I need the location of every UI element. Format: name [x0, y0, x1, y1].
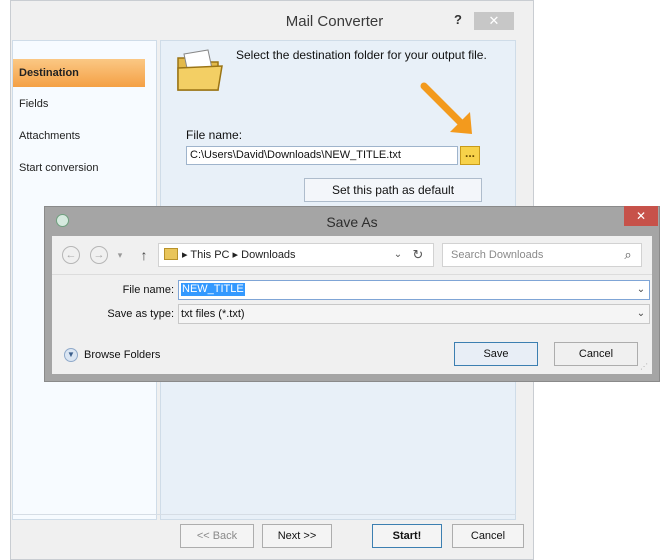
recent-locations-icon[interactable]: ▾ — [114, 247, 126, 263]
address-path[interactable]: ▸ This PC ▸ Downloads — [182, 243, 296, 267]
folder-icon — [177, 49, 223, 91]
dialog-title: Save As — [326, 214, 378, 230]
footer-divider — [12, 514, 516, 515]
window-title: Mail Converter — [285, 13, 384, 30]
set-default-path-button[interactable]: Set this path as default — [304, 178, 482, 202]
sidebar-item-fields[interactable]: Fields — [19, 98, 48, 110]
sidebar-item-destination[interactable]: Destination — [13, 59, 145, 87]
save-as-type-dropdown-icon[interactable]: ⌄ — [634, 306, 648, 322]
help-button[interactable]: ? — [448, 12, 468, 28]
expand-chevron-icon[interactable]: ▼ — [64, 348, 78, 362]
refresh-icon[interactable]: ↻ — [410, 247, 426, 263]
resize-grip-icon[interactable]: ⋰ — [640, 362, 650, 372]
save-as-type-select[interactable]: txt files (*.txt) — [178, 304, 650, 324]
start-button[interactable]: Start! — [372, 524, 442, 548]
close-button[interactable]: ✕ — [474, 12, 514, 30]
save-file-name-input[interactable] — [178, 280, 650, 300]
sidebar-item-start-conversion[interactable]: Start conversion — [19, 162, 98, 174]
dialog-cancel-button[interactable]: Cancel — [554, 342, 638, 366]
dialog-divider — [52, 274, 652, 275]
up-folder-icon[interactable]: ↑ — [136, 246, 152, 264]
dialog-close-button[interactable]: ✕ — [624, 206, 658, 226]
file-name-dropdown-icon[interactable]: ⌄ — [634, 282, 648, 298]
file-path-input[interactable]: C:\Users\David\Downloads\NEW_TITLE.txt — [186, 146, 458, 165]
pointer-arrow-icon — [420, 82, 472, 134]
save-button[interactable]: Save — [454, 342, 538, 366]
nav-back-icon[interactable]: ← — [62, 246, 80, 264]
address-dropdown-icon[interactable]: ⌄ — [392, 247, 404, 263]
cancel-button[interactable]: Cancel — [452, 524, 524, 548]
header-instruction: Select the destination folder for your o… — [236, 48, 487, 62]
sidebar-item-attachments[interactable]: Attachments — [19, 130, 80, 142]
back-button[interactable]: << Back — [180, 524, 254, 548]
file-name-label: File name: — [186, 128, 243, 142]
browse-button[interactable]: ... — [460, 146, 480, 165]
search-icon[interactable]: ⌕ — [620, 247, 636, 263]
browse-folders-toggle[interactable]: Browse Folders — [84, 347, 160, 363]
folder-icon — [164, 248, 178, 260]
next-button[interactable]: Next >> — [262, 524, 332, 548]
save-file-name-label: File name: — [122, 284, 174, 296]
nav-forward-icon[interactable]: → — [90, 246, 108, 264]
search-input[interactable]: Search Downloads — [442, 243, 642, 267]
save-file-name-value[interactable]: NEW_TITLE — [181, 283, 245, 296]
save-as-type-label: Save as type: — [107, 308, 174, 320]
